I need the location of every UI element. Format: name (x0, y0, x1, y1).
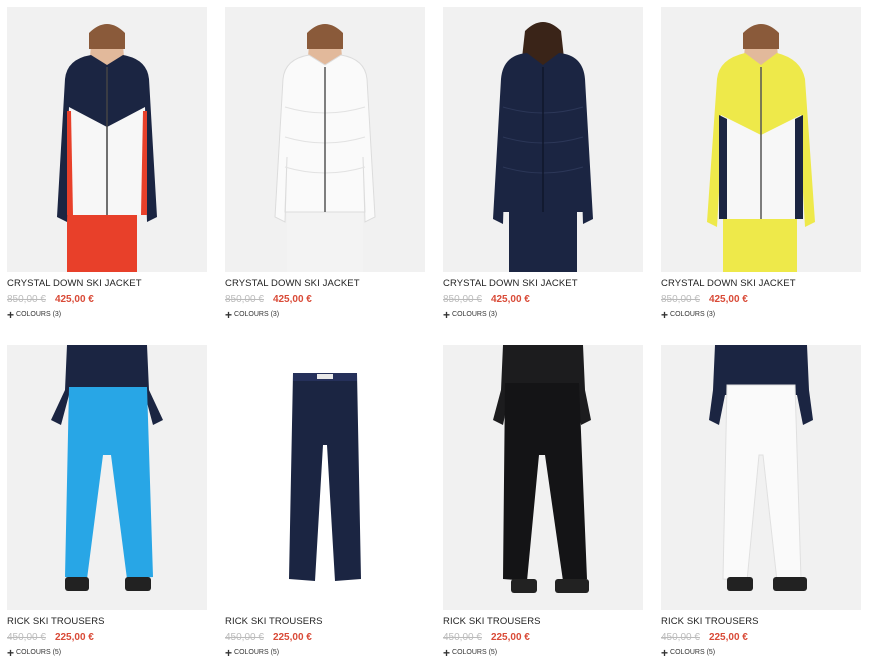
original-price: 850,00 € (7, 294, 46, 305)
product-name[interactable]: CRYSTAL DOWN SKI JACKET (661, 278, 861, 290)
plus-icon: + (443, 308, 451, 322)
plus-icon: + (7, 646, 15, 660)
sale-price: 225,00 € (272, 632, 312, 643)
colours-count: COLOURS (3) (16, 311, 62, 318)
colours-count: COLOURS (5) (670, 649, 716, 656)
product-photo-trousers-navy-flat (289, 373, 361, 581)
colour-options-link[interactable]: + COLOURS (5) (225, 647, 425, 659)
product-photo-trousers-blue (51, 345, 163, 591)
colour-options-link[interactable]: + COLOURS (3) (443, 309, 643, 321)
original-price: 850,00 € (443, 294, 482, 305)
colours-count: COLOURS (5) (16, 649, 62, 656)
product-image[interactable] (661, 7, 861, 272)
product-name[interactable]: RICK SKI TROUSERS (661, 616, 861, 628)
product-grid: CRYSTAL DOWN SKI JACKET 850,00 € 425,00 €… (7, 7, 863, 667)
product-name[interactable]: RICK SKI TROUSERS (225, 616, 425, 628)
product-image[interactable] (7, 7, 207, 272)
plus-icon: + (661, 646, 669, 660)
plus-icon: + (661, 308, 669, 322)
product-card[interactable]: CRYSTAL DOWN SKI JACKET 850,00 € 425,00 €… (661, 7, 861, 321)
colour-options-link[interactable]: + COLOURS (3) (225, 309, 425, 321)
product-prices: 450,00 € 225,00 € (661, 631, 861, 644)
product-prices: 450,00 € 225,00 € (443, 631, 643, 644)
original-price: 450,00 € (661, 632, 700, 643)
colour-options-link[interactable]: + COLOURS (3) (7, 309, 207, 321)
original-price: 450,00 € (443, 632, 482, 643)
product-name[interactable]: RICK SKI TROUSERS (7, 616, 207, 628)
product-card[interactable]: CRYSTAL DOWN SKI JACKET 850,00 € 425,00 €… (7, 7, 207, 321)
colours-count: COLOURS (5) (452, 649, 498, 656)
colours-count: COLOURS (3) (234, 311, 280, 318)
product-prices: 850,00 € 425,00 € (225, 293, 425, 306)
product-photo-trousers-white (709, 345, 813, 591)
product-card[interactable]: CRYSTAL DOWN SKI JACKET 850,00 € 425,00 €… (443, 7, 643, 321)
product-image[interactable] (225, 345, 425, 610)
original-price: 450,00 € (7, 632, 46, 643)
colours-count: COLOURS (5) (234, 649, 280, 656)
product-image[interactable] (7, 345, 207, 610)
product-name[interactable]: CRYSTAL DOWN SKI JACKET (7, 278, 207, 290)
product-photo-jacket-navy (493, 22, 593, 272)
product-prices: 450,00 € 225,00 € (7, 631, 207, 644)
original-price: 850,00 € (225, 294, 264, 305)
colour-options-link[interactable]: + COLOURS (5) (7, 647, 207, 659)
sale-price: 225,00 € (708, 632, 748, 643)
product-card[interactable]: CRYSTAL DOWN SKI JACKET 850,00 € 425,00 €… (225, 7, 425, 321)
colour-options-link[interactable]: + COLOURS (3) (661, 309, 861, 321)
sale-price: 225,00 € (490, 632, 530, 643)
product-photo-jacket-red-navy-white (57, 24, 157, 272)
product-name[interactable]: RICK SKI TROUSERS (443, 616, 643, 628)
product-card[interactable]: RICK SKI TROUSERS 450,00 € 225,00 € + COLO… (661, 345, 861, 659)
original-price: 450,00 € (225, 632, 264, 643)
product-image[interactable] (443, 345, 643, 610)
product-prices: 850,00 € 425,00 € (443, 293, 643, 306)
plus-icon: + (7, 308, 15, 322)
sale-price: 425,00 € (708, 294, 748, 305)
sale-price: 225,00 € (54, 632, 94, 643)
product-image[interactable] (225, 7, 425, 272)
colour-options-link[interactable]: + COLOURS (5) (443, 647, 643, 659)
colour-options-link[interactable]: + COLOURS (5) (661, 647, 861, 659)
sale-price: 425,00 € (490, 294, 530, 305)
product-prices: 850,00 € 425,00 € (661, 293, 861, 306)
product-card[interactable]: RICK SKI TROUSERS 450,00 € 225,00 € + COLO… (443, 345, 643, 659)
sale-price: 425,00 € (272, 294, 312, 305)
plus-icon: + (443, 646, 451, 660)
plus-icon: + (225, 646, 233, 660)
product-image[interactable] (443, 7, 643, 272)
plus-icon: + (225, 308, 233, 322)
colours-count: COLOURS (3) (670, 311, 716, 318)
product-photo-jacket-white (274, 24, 376, 272)
product-prices: 450,00 € 225,00 € (225, 631, 425, 644)
product-card[interactable]: RICK SKI TROUSERS 450,00 € 225,00 € + COLO… (7, 345, 207, 659)
product-name[interactable]: CRYSTAL DOWN SKI JACKET (443, 278, 643, 290)
product-photo-jacket-yellow-white-navy (707, 24, 815, 272)
colours-count: COLOURS (3) (452, 311, 498, 318)
product-name[interactable]: CRYSTAL DOWN SKI JACKET (225, 278, 425, 290)
product-card[interactable]: RICK SKI TROUSERS 450,00 € 225,00 € + COLO… (225, 345, 425, 659)
product-prices: 850,00 € 425,00 € (7, 293, 207, 306)
product-image[interactable] (661, 345, 861, 610)
sale-price: 425,00 € (54, 294, 94, 305)
original-price: 850,00 € (661, 294, 700, 305)
product-photo-trousers-black (493, 345, 591, 593)
